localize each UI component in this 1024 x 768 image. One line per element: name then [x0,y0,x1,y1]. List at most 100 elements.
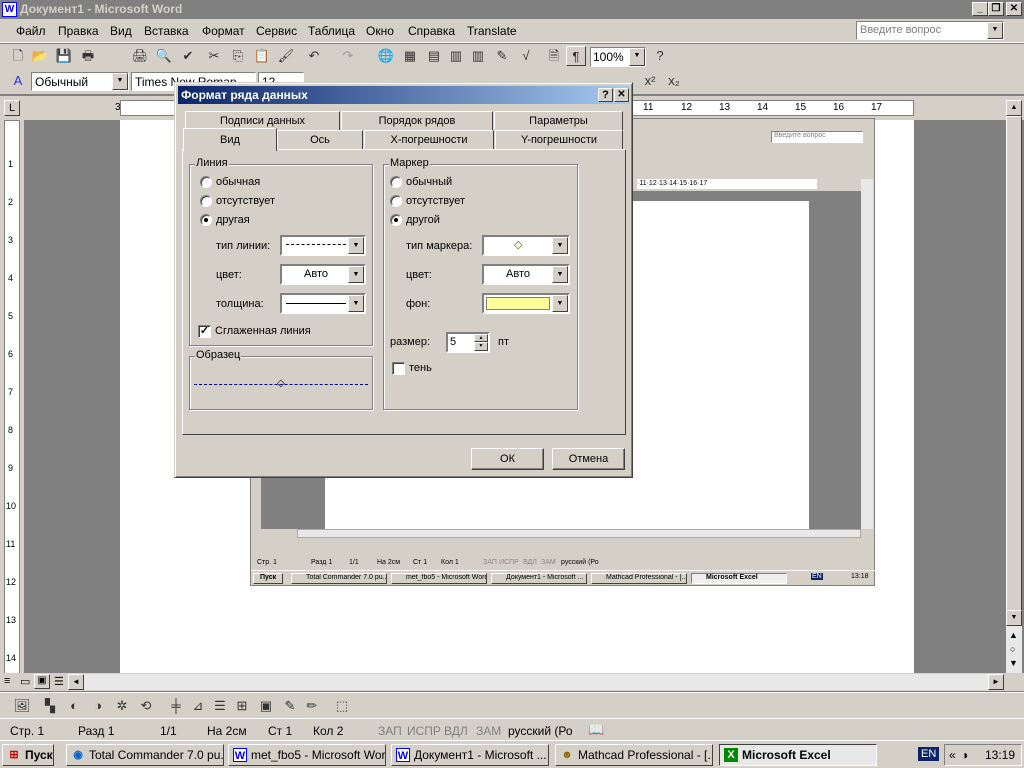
vertical-scrollbar[interactable]: ▲ ▼ ▲ ○ ▼ [1006,100,1022,674]
spin-down-icon[interactable]: ▼ [474,342,488,351]
tab-axis[interactable]: Ось [277,130,363,149]
menu-insert[interactable]: Вставка [144,24,189,38]
line-radio-custom[interactable] [200,214,212,226]
superscript-icon[interactable]: x² [640,71,660,91]
task-met-fbo5[interactable]: W met_fbo5 - Microsoft Word [228,744,386,766]
redo-icon[interactable]: ↷ [338,46,358,66]
drawing-icon[interactable]: ✎ [492,46,512,66]
layout-view-icon[interactable]: ▣ [34,674,50,689]
help-search-input[interactable]: Введите вопрос ▼ [856,21,1004,40]
marker-radio-custom[interactable] [390,214,402,226]
web-view-icon[interactable]: ▭ [20,675,30,688]
chevron-down-icon[interactable]: ▼ [629,48,645,66]
scroll-thumb[interactable] [1006,116,1022,616]
start-button[interactable]: ⊞ Пуск [2,744,54,766]
tab-patterns[interactable]: Вид [183,128,277,151]
tab-series-order[interactable]: Порядок рядов [341,111,493,130]
reset-picture-icon[interactable]: ✎ [280,696,300,716]
chevron-down-icon[interactable]: ▼ [552,295,568,312]
menu-help[interactable]: Справка [408,24,455,38]
vertical-ruler[interactable]: 1 2 3 4 5 6 7 8 9 10 11 12 13 14 [0,120,24,674]
line-color-select[interactable]: Авто ▼ [280,264,366,285]
line-radio-auto[interactable] [200,176,212,188]
menu-edit[interactable]: Правка [58,24,99,38]
dialog-help-button[interactable]: ? [598,88,613,102]
tab-stop-selector[interactable]: L [4,100,20,116]
language-indicator[interactable]: EN [918,747,940,761]
subscript-icon[interactable]: x₂ [664,71,684,91]
word-app-icon[interactable]: W [2,2,17,17]
open-icon[interactable]: 📂 [30,46,50,66]
tray-app-icon[interactable]: ◑ [961,748,968,762]
ok-button[interactable]: ОК [471,448,544,470]
equation-icon[interactable]: √ [516,46,536,66]
marker-background-select[interactable]: ▼ [482,293,570,314]
shadow-checkbox[interactable] [392,362,405,375]
text-wrap-icon[interactable]: ☰ [210,696,230,716]
minimize-button[interactable]: _ [972,2,988,16]
scroll-down-button[interactable]: ▼ [1006,610,1022,626]
insert-picture-icon[interactable]: 🖼 [12,696,32,716]
task-excel[interactable]: X Microsoft Excel [719,744,877,766]
menu-table[interactable]: Таблица [308,24,355,38]
style-select[interactable]: Обычный ▼ [31,72,129,91]
restore-button[interactable]: ❐ [988,2,1004,16]
line-weight-select[interactable]: ▼ [280,293,366,314]
cut-icon[interactable]: ✂ [204,46,224,66]
columns-icon[interactable]: ▥ [468,46,488,66]
chevron-down-icon[interactable]: ▼ [348,295,364,312]
spelling-status-icon[interactable]: 📖 [588,722,604,738]
insert-table-icon[interactable]: ▤ [424,46,444,66]
preview-icon[interactable]: 🔍 [154,46,174,66]
tables-borders-icon[interactable]: ▦ [400,46,420,66]
styles-pane-icon[interactable]: A [8,71,28,91]
marker-style-select[interactable]: ◇ ▼ [482,235,570,256]
pen-icon[interactable]: ✏ [302,696,322,716]
marker-radio-auto[interactable] [390,176,402,188]
next-page-icon[interactable]: ▼ [1009,658,1018,668]
help-icon[interactable]: ? [650,46,670,66]
spelling-icon[interactable]: ✔ [178,46,198,66]
brightness-icon[interactable]: ◑ [88,696,108,716]
chevron-down-icon[interactable]: ▼ [112,73,128,90]
print-icon[interactable]: 🖨 [130,46,150,66]
menu-tools[interactable]: Сервис [256,24,297,38]
select-objects-icon[interactable]: ⬚ [332,696,352,716]
copy-icon[interactable]: ⎘ [228,46,248,66]
paste-icon[interactable]: 📋 [252,46,272,66]
tray-expand-icon[interactable]: « [949,748,956,762]
normal-view-icon[interactable]: ≡ [4,675,10,687]
dialog-close-button[interactable]: ✕ [614,88,629,102]
spin-up-icon[interactable]: ▲ [474,334,488,342]
menu-view[interactable]: Вид [110,24,132,38]
menu-format[interactable]: Формат [202,24,245,38]
chevron-down-icon[interactable]: ▼ [348,266,364,283]
line-radio-none[interactable] [200,195,212,207]
tab-y-error[interactable]: Y-погрешности [495,130,623,149]
marker-size-stepper[interactable]: 5 ▲ ▼ [446,332,490,353]
smooth-line-checkbox[interactable]: ✓ [198,325,211,338]
undo-icon[interactable]: ↶ [304,46,324,66]
chevron-down-icon[interactable]: ▼ [552,266,568,283]
chevron-down-icon[interactable]: ▼ [552,237,568,254]
new-doc-icon[interactable]: 🗋 [8,46,28,66]
menu-window[interactable]: Окно [366,24,394,38]
line-style-select[interactable]: ▼ [280,235,366,256]
rotate-icon[interactable]: ⟲ [136,696,156,716]
show-marks-icon[interactable]: ¶ [566,46,586,66]
marker-radio-none[interactable] [390,195,402,207]
crop-icon[interactable]: ✲ [112,696,132,716]
horizontal-scrollbar[interactable]: ◄ ► [68,674,1004,690]
menu-file[interactable]: Файл [16,24,46,38]
menu-translate[interactable]: Translate [467,24,517,38]
status-rec[interactable]: ЗАП [378,724,402,738]
format-picture-icon[interactable]: ⊞ [232,696,252,716]
status-trk[interactable]: ИСПР [407,724,441,738]
browse-object-icon[interactable]: ○ [1010,644,1015,654]
line-style-icon[interactable]: ╪ [166,696,186,716]
insert-excel-icon[interactable]: ▥ [446,46,466,66]
scroll-up-button[interactable]: ▲ [1006,100,1022,116]
hyperlink-icon[interactable]: 🌐 [376,46,396,66]
task-total-commander[interactable]: ◉ Total Commander 7.0 pu... [66,744,224,766]
scroll-right-button[interactable]: ► [988,674,1004,690]
